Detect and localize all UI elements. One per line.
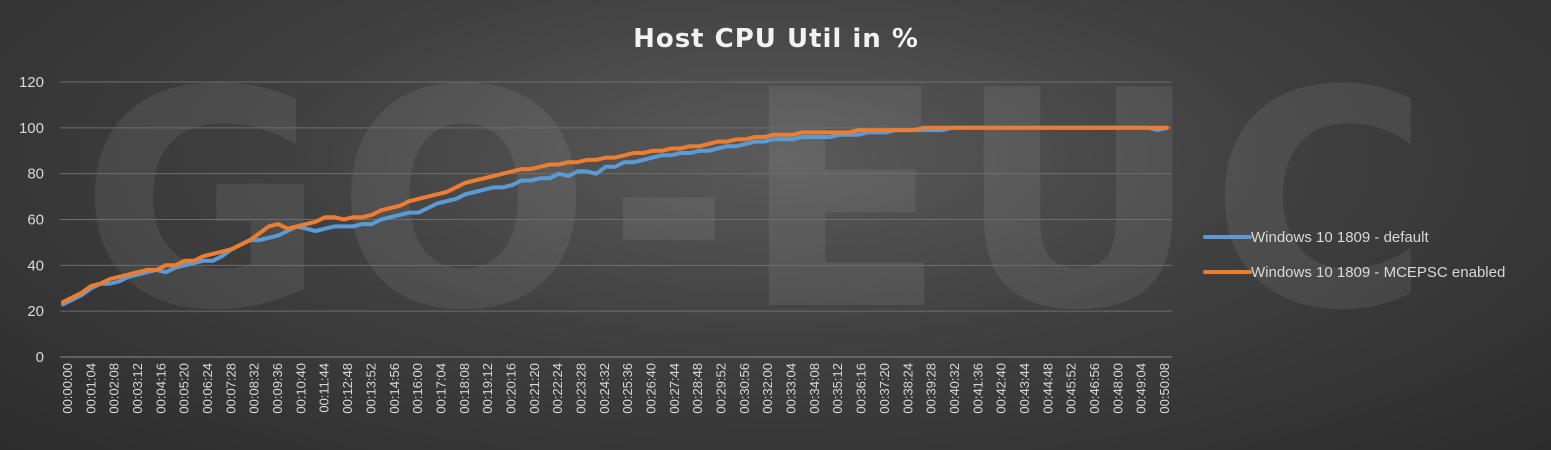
x-tick-label: 00:21:20: [527, 363, 542, 414]
x-tick-label: 00:44:48: [1040, 363, 1055, 414]
x-tick-label: 00:35:12: [830, 363, 845, 414]
chart-title: Host CPU Util in %: [633, 24, 919, 54]
x-tick-label: 00:25:36: [620, 363, 635, 414]
x-tick-label: 00:17:04: [433, 363, 448, 414]
x-tick-label: 00:18:08: [457, 363, 472, 414]
y-tick-label: 80: [27, 166, 44, 183]
y-tick-label: 40: [27, 257, 44, 274]
y-axis: 0 20 40 60 80 100 120: [19, 74, 44, 366]
x-tick-label: 00:06:24: [200, 363, 215, 414]
x-tick-label: 00:24:32: [597, 363, 612, 414]
y-tick-label: 100: [19, 120, 44, 137]
x-tick-label: 00:08:32: [247, 363, 262, 414]
x-tick-label: 00:22:24: [550, 363, 565, 414]
x-tick-label: 00:46:56: [1087, 363, 1102, 414]
x-tick-label: 00:37:20: [877, 363, 892, 414]
x-tick-label: 00:39:28: [924, 363, 939, 414]
x-tick-label: 00:10:40: [293, 363, 308, 414]
x-tick-label: 00:19:12: [480, 363, 495, 414]
x-tick-label: 00:05:20: [177, 363, 192, 414]
x-tick-label: 00:03:12: [130, 363, 145, 414]
x-tick-label: 00:38:24: [900, 363, 915, 414]
legend-label: Windows 10 1809 - default: [1251, 229, 1429, 246]
x-tick-label: 00:40:32: [947, 363, 962, 414]
x-tick-label: 00:14:56: [387, 363, 402, 414]
x-tick-label: 00:27:44: [667, 363, 682, 414]
y-tick-label: 0: [36, 349, 44, 366]
x-tick-label: 00:48:00: [1110, 363, 1125, 414]
x-tick-label: 00:36:16: [854, 363, 869, 414]
x-tick-label: 00:30:56: [737, 363, 752, 414]
x-tick-label: 00:28:48: [690, 363, 705, 414]
x-tick-label: 00:49:04: [1134, 363, 1149, 414]
x-tick-label: 00:23:28: [573, 363, 588, 414]
x-tick-label: 00:20:16: [503, 363, 518, 414]
x-tick-label: 00:12:48: [340, 363, 355, 414]
x-tick-label: 00:09:36: [270, 363, 285, 414]
x-tick-label: 00:13:52: [363, 363, 378, 414]
x-tick-label: 00:42:40: [994, 363, 1009, 414]
x-tick-label: 00:29:52: [714, 363, 729, 414]
x-tick-label: 00:00:00: [60, 363, 75, 414]
x-tick-label: 00:11:44: [317, 363, 332, 413]
x-tick-label: 00:43:44: [1017, 363, 1032, 414]
y-tick-label: 120: [19, 74, 44, 91]
x-tick-label: 00:26:40: [644, 363, 659, 414]
x-tick-label: 00:07:28: [223, 363, 238, 414]
x-tick-label: 00:02:08: [107, 363, 122, 414]
x-tick-label: 00:04:16: [153, 363, 168, 414]
legend-label: Windows 10 1809 - MCEPSC enabled: [1251, 264, 1505, 281]
x-tick-label: 00:41:36: [970, 363, 985, 414]
watermark-text: GO-EUC: [80, 27, 1440, 376]
x-tick-label: 00:16:00: [410, 363, 425, 414]
x-tick-label: 00:01:04: [83, 363, 98, 414]
y-tick-label: 60: [27, 212, 44, 229]
x-tick-label: 00:33:04: [784, 363, 799, 414]
x-tick-label: 00:34:08: [807, 363, 822, 414]
y-tick-label: 20: [27, 303, 44, 320]
chart: GO-EUC Host CPU Util in % 0 20 40 60 80 100 12…: [19, 24, 1505, 414]
x-tick-label: 00:32:00: [760, 363, 775, 414]
x-tick-label: 00:45:52: [1064, 363, 1079, 414]
x-tick-label: 00:50:08: [1157, 363, 1172, 414]
